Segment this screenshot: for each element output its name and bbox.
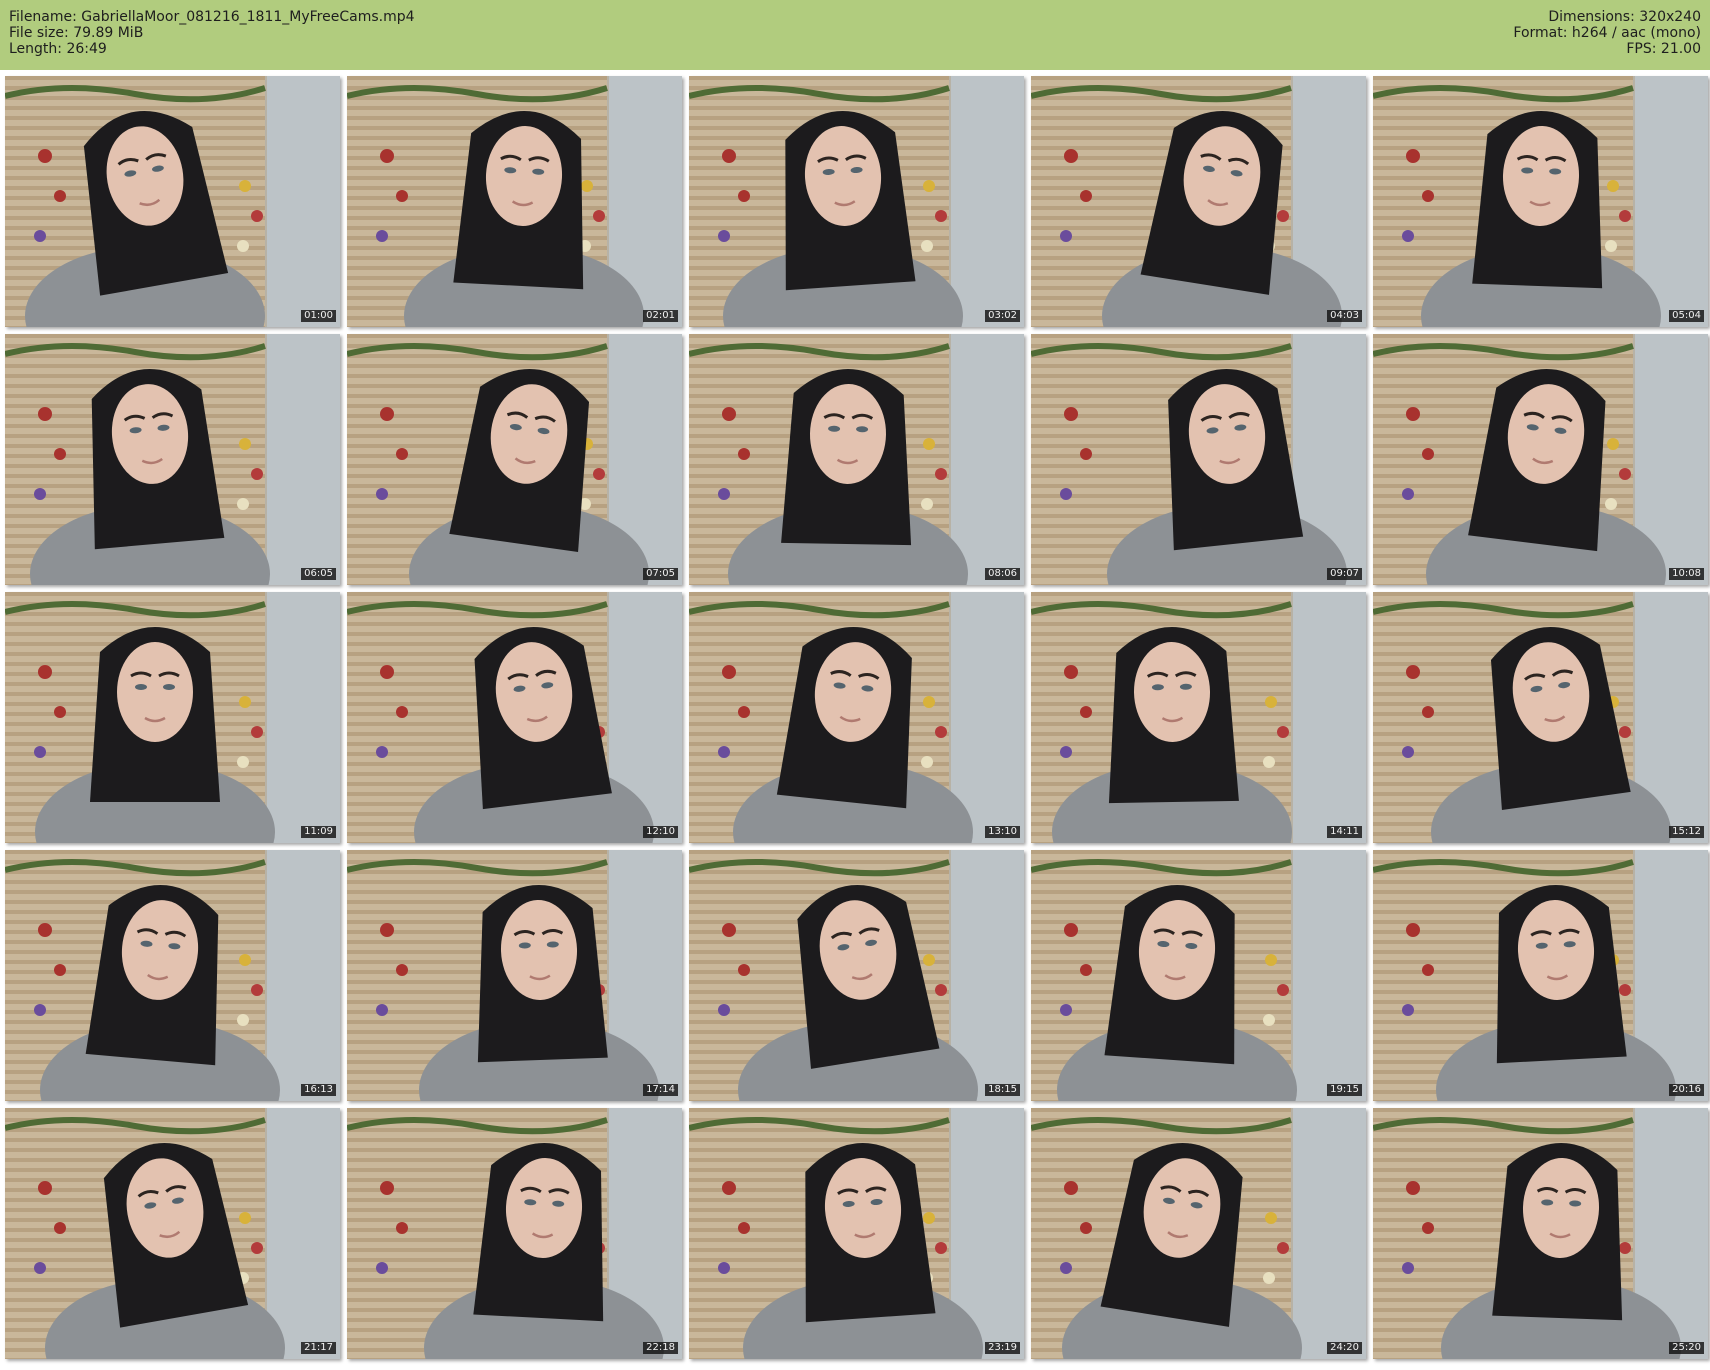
thumbnail-timestamp: 18:15 (985, 1084, 1020, 1096)
thumbnail-frame-image (5, 1108, 340, 1359)
thumbnail-frame-image (689, 592, 1024, 843)
video-thumbnail[interactable]: 15:12 (1373, 592, 1708, 843)
thumbnail-frame-image (1031, 592, 1366, 843)
dimensions-line: Dimensions: 320x240 (1548, 9, 1701, 25)
video-thumbnail[interactable]: 21:17 (5, 1108, 340, 1359)
format-line: Format: h264 / aac (mono) (1513, 25, 1701, 41)
thumbnail-timestamp: 24:20 (1327, 1342, 1362, 1354)
thumbnail-frame-image (347, 592, 682, 843)
filename-line: Filename: GabriellaMoor_081216_1811_MyFr… (9, 9, 415, 25)
video-thumbnail[interactable]: 08:06 (689, 334, 1024, 585)
thumbnail-frame-image (1373, 592, 1708, 843)
thumbnail-frame-image (1031, 850, 1366, 1101)
fps-line: FPS: 21.00 (1626, 41, 1701, 57)
thumbnail-frame-image (347, 850, 682, 1101)
video-thumbnail[interactable]: 10:08 (1373, 334, 1708, 585)
video-thumbnail[interactable]: 14:11 (1031, 592, 1366, 843)
video-thumbnail[interactable]: 06:05 (5, 334, 340, 585)
thumbnail-timestamp: 21:17 (301, 1342, 336, 1354)
file-info: Filename: GabriellaMoor_081216_1811_MyFr… (9, 9, 415, 57)
video-thumbnail[interactable]: 01:00 (5, 76, 340, 327)
thumbnail-timestamp: 20:16 (1669, 1084, 1704, 1096)
thumbnail-timestamp: 19:15 (1327, 1084, 1362, 1096)
thumbnail-timestamp: 12:10 (643, 826, 678, 838)
filesize-line: File size: 79.89 MiB (9, 25, 144, 41)
thumbnail-timestamp: 09:07 (1327, 568, 1362, 580)
video-thumbnail[interactable]: 19:15 (1031, 850, 1366, 1101)
video-thumbnail[interactable]: 11:09 (5, 592, 340, 843)
video-thumbnail[interactable]: 12:10 (347, 592, 682, 843)
video-thumbnail[interactable]: 22:18 (347, 1108, 682, 1359)
thumbnail-frame-image (347, 76, 682, 327)
thumbnail-frame-image (1031, 334, 1366, 585)
thumbnail-frame-image (1031, 76, 1366, 327)
thumbnail-timestamp: 16:13 (301, 1084, 336, 1096)
thumbnail-frame-image (1373, 76, 1708, 327)
thumbnail-frame-image (689, 850, 1024, 1101)
video-thumbnail[interactable]: 17:14 (347, 850, 682, 1101)
video-thumbnail[interactable]: 24:20 (1031, 1108, 1366, 1359)
video-thumbnail[interactable]: 05:04 (1373, 76, 1708, 327)
thumbnail-timestamp: 05:04 (1669, 310, 1704, 322)
thumbnail-timestamp: 08:06 (985, 568, 1020, 580)
video-thumbnail[interactable]: 03:02 (689, 76, 1024, 327)
video-thumbnail[interactable]: 20:16 (1373, 850, 1708, 1101)
video-thumbnail[interactable]: 16:13 (5, 850, 340, 1101)
thumbnail-timestamp: 02:01 (643, 310, 678, 322)
thumbnail-timestamp: 04:03 (1327, 310, 1362, 322)
info-header: Filename: GabriellaMoor_081216_1811_MyFr… (0, 0, 1710, 70)
length-line: Length: 26:49 (9, 41, 107, 57)
video-info: Dimensions: 320x240 Format: h264 / aac (… (1513, 9, 1701, 57)
video-thumbnail[interactable]: 02:01 (347, 76, 682, 327)
video-thumbnail[interactable]: 18:15 (689, 850, 1024, 1101)
thumbnail-timestamp: 23:19 (985, 1342, 1020, 1354)
thumbnail-timestamp: 01:00 (301, 310, 336, 322)
thumbnail-frame-image (1031, 1108, 1366, 1359)
thumbnail-frame-image (5, 334, 340, 585)
thumbnail-frame-image (347, 334, 682, 585)
thumbnail-timestamp: 03:02 (985, 310, 1020, 322)
thumbnail-timestamp: 13:10 (985, 826, 1020, 838)
thumbnail-frame-image (347, 1108, 682, 1359)
thumbnail-timestamp: 06:05 (301, 568, 336, 580)
thumbnail-frame-image (5, 76, 340, 327)
thumbnail-frame-image (689, 76, 1024, 327)
thumbnail-timestamp: 07:05 (643, 568, 678, 580)
thumbnail-frame-image (5, 850, 340, 1101)
thumbnail-timestamp: 11:09 (301, 826, 336, 838)
video-thumbnail[interactable]: 04:03 (1031, 76, 1366, 327)
video-thumbnail[interactable]: 09:07 (1031, 334, 1366, 585)
thumbnail-timestamp: 17:14 (643, 1084, 678, 1096)
thumbnail-timestamp: 22:18 (643, 1342, 678, 1354)
thumbnail-frame-image (5, 592, 340, 843)
thumbnail-frame-image (689, 334, 1024, 585)
thumbnail-timestamp: 15:12 (1669, 826, 1704, 838)
video-thumbnail[interactable]: 25:20 (1373, 1108, 1708, 1359)
thumbnail-frame-image (1373, 334, 1708, 585)
video-thumbnail[interactable]: 23:19 (689, 1108, 1024, 1359)
thumbnail-frame-image (1373, 1108, 1708, 1359)
thumbnail-timestamp: 10:08 (1669, 568, 1704, 580)
thumbnail-frame-image (1373, 850, 1708, 1101)
thumbnail-frame-image (689, 1108, 1024, 1359)
thumbnail-timestamp: 14:11 (1327, 826, 1362, 838)
thumbnail-timestamp: 25:20 (1669, 1342, 1704, 1354)
video-thumbnail[interactable]: 07:05 (347, 334, 682, 585)
video-thumbnail[interactable]: 13:10 (689, 592, 1024, 843)
